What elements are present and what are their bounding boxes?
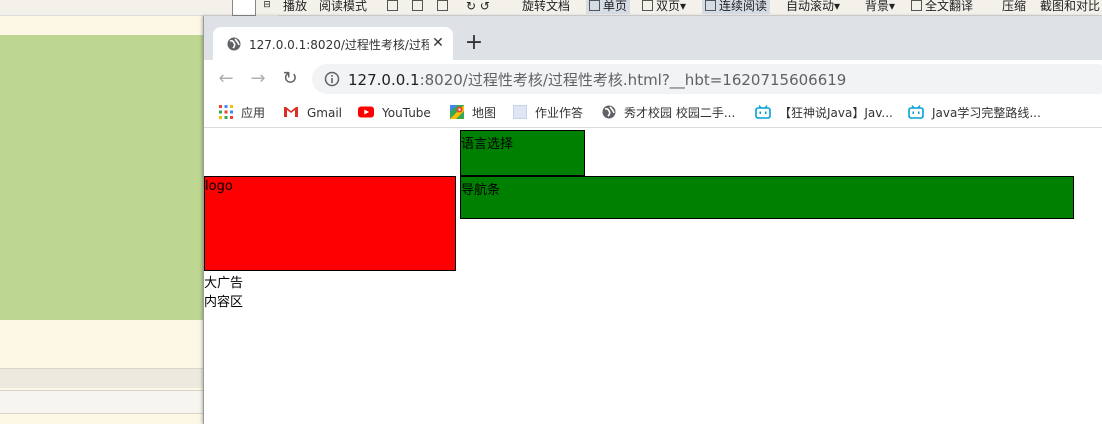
bookmark-apps[interactable]: 应用: [219, 105, 265, 121]
reader-mode-button[interactable]: 阅读模式: [319, 0, 367, 14]
logo-box: logo: [204, 176, 456, 271]
new-tab-button[interactable]: +: [462, 31, 486, 55]
rotate-document-button[interactable]: 旋转文档: [522, 0, 570, 14]
screenshot-compare-button[interactable]: 截图和对比: [1040, 0, 1100, 14]
url-host: 127.0.0.1: [348, 71, 420, 89]
bookmark-label: 地图: [472, 106, 497, 120]
compress-button[interactable]: 压缩: [1002, 0, 1026, 14]
navbar-label: 导航条: [461, 183, 501, 198]
bookmark-label: 秀才校园 校园二手...: [624, 106, 736, 120]
browser-tab-active[interactable]: 127.0.0.1:8020/过程性考核/过程 ✕: [213, 27, 453, 60]
globe-icon: [602, 105, 616, 119]
reader-page-preview: [0, 35, 203, 320]
tab-title: 127.0.0.1:8020/过程性考核/过程: [249, 38, 429, 52]
content-area-text: 内容区: [204, 295, 244, 310]
bookmark-label: 应用: [241, 106, 266, 120]
rotate-icon[interactable]: ↻ ↺: [466, 0, 490, 14]
bookmark-gmail[interactable]: Gmail: [283, 105, 342, 121]
address-bar[interactable]: 127.0.0.1:8020/过程性考核/过程性考核.html?__hbt=16…: [312, 64, 1102, 94]
big-ad-text: 大广告: [204, 276, 244, 291]
globe-icon: [227, 37, 241, 51]
reader-status-strip: [0, 368, 203, 388]
bookmark-label: 【狂神说Java】Jav...: [779, 106, 893, 120]
bookmark-java-roadmap[interactable]: Java学习完整路线...: [908, 105, 1041, 121]
double-page-button[interactable]: 双页▾: [642, 0, 686, 14]
auto-scroll-button[interactable]: 自动滚动▾: [786, 0, 840, 14]
reload-button[interactable]: ↻: [278, 67, 302, 91]
maps-icon: [450, 105, 464, 119]
continuous-reading-button[interactable]: 连续阅读: [702, 0, 771, 14]
youtube-icon: [358, 105, 374, 119]
background-button[interactable]: 背景▾: [865, 0, 895, 14]
language-select-label: 语言选择: [461, 137, 514, 152]
bookmarks-bar: 应用 Gmail YouTube 地图 作业作答 秀才校园 校园二手... 【狂…: [204, 98, 1102, 128]
bookmark-youtube[interactable]: YouTube: [358, 105, 431, 121]
fit-width-icon[interactable]: [412, 0, 426, 14]
bilibili-icon: [755, 105, 771, 119]
page-icon: [513, 105, 527, 119]
fit-window-icon[interactable]: [437, 0, 451, 14]
reader-toolbar: 播放 阅读模式 ↻ ↺ 旋转文档 单页 双页▾ 连续阅读 自动滚动▾ 背景▾ 全…: [0, 0, 1102, 16]
bilibili-icon: [908, 105, 924, 119]
logo-label: logo: [205, 179, 233, 194]
bookmark-label: YouTube: [382, 106, 431, 120]
reader-window-control-icon[interactable]: [232, 0, 256, 16]
bookmark-label: Gmail: [307, 106, 343, 120]
url-path: :8020/过程性考核/过程性考核.html?__hbt=16207156066…: [419, 71, 847, 89]
full-translate-button[interactable]: 全文翻译: [911, 0, 973, 14]
info-icon[interactable]: [324, 71, 340, 87]
apps-grid-icon: [219, 105, 233, 119]
bookmark-homework[interactable]: 作业作答: [513, 105, 583, 121]
fit-page-icon[interactable]: [387, 0, 401, 14]
single-page-button[interactable]: 单页: [586, 0, 631, 14]
reader-bottom-strip: [0, 390, 203, 414]
navbar-box: 导航条: [460, 176, 1074, 219]
bookmark-kuangshen[interactable]: 【狂神说Java】Jav...: [755, 105, 893, 121]
gmail-icon: [283, 105, 299, 119]
forward-button[interactable]: →: [246, 67, 270, 91]
url-text[interactable]: 127.0.0.1:8020/过程性考核/过程性考核.html?__hbt=16…: [348, 69, 846, 90]
back-button[interactable]: ←: [214, 67, 238, 91]
browser-window: 127.0.0.1:8020/过程性考核/过程 ✕ + ← → ↻ 127.0.…: [203, 16, 1102, 424]
page-viewport: 语言选择 logo 导航条 大广告 内容区: [204, 129, 1102, 424]
tab-close-icon[interactable]: ✕: [429, 34, 447, 52]
browser-toolbar: ← → ↻ 127.0.0.1:8020/过程性考核/过程性考核.html?__…: [204, 60, 1102, 98]
bookmark-label: 作业作答: [535, 106, 584, 120]
reader-play-button[interactable]: 播放: [283, 0, 307, 14]
bookmark-label: Java学习完整路线...: [932, 106, 1041, 120]
tab-strip: 127.0.0.1:8020/过程性考核/过程 ✕ +: [204, 16, 1102, 60]
bookmark-xiucai[interactable]: 秀才校园 校园二手...: [602, 105, 735, 121]
bookmark-maps[interactable]: 地图: [450, 105, 496, 121]
language-select-box: 语言选择: [460, 130, 585, 176]
